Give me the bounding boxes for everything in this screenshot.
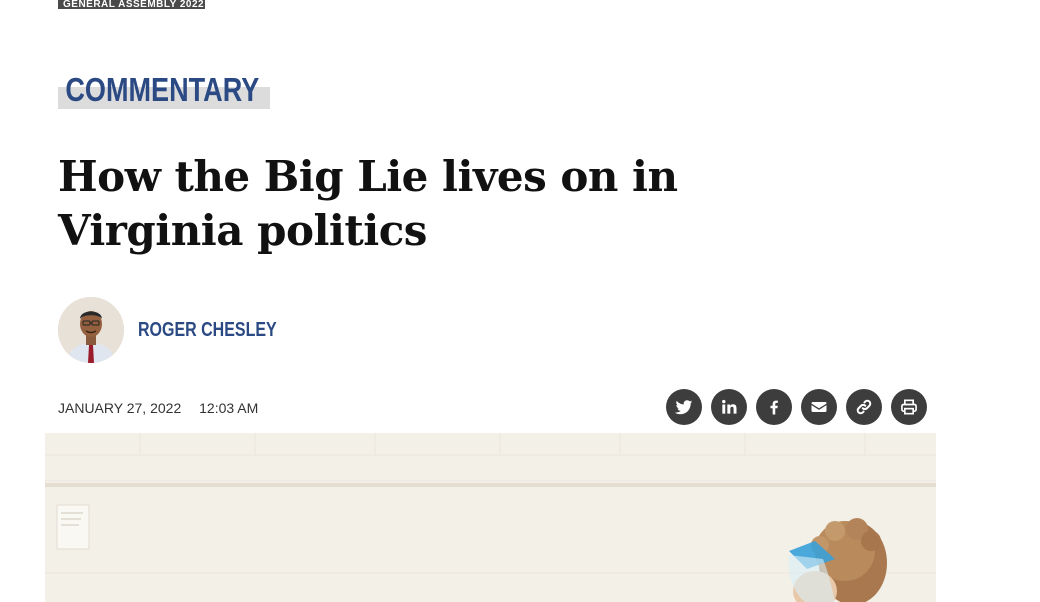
- linkedin-icon: [722, 399, 737, 414]
- article-meta: JANUARY 27, 2022 12:03 AM: [58, 400, 258, 418]
- copy-link-button[interactable]: [846, 389, 882, 425]
- share-bar: [666, 389, 927, 425]
- author-byline: ROGER CHESLEY: [58, 297, 311, 363]
- author-photo: [58, 297, 124, 363]
- article-headline: How the Big Lie lives on in Virginia pol…: [58, 152, 678, 255]
- hero-photo: [45, 433, 936, 602]
- publish-date: JANUARY 27, 2022: [58, 400, 182, 416]
- hero-image: [45, 433, 936, 602]
- link-icon: [856, 399, 872, 415]
- email-share-button[interactable]: [801, 389, 837, 425]
- twitter-icon: [674, 400, 693, 415]
- kicker-label: COMMENTARY: [65, 71, 260, 108]
- category-tag[interactable]: GENERAL ASSEMBLY 2022: [58, 0, 205, 9]
- author-name-link[interactable]: ROGER CHESLEY: [138, 319, 277, 342]
- twitter-share-button[interactable]: [666, 389, 702, 425]
- section-kicker[interactable]: COMMENTARY: [58, 70, 303, 110]
- linkedin-share-button[interactable]: [711, 389, 747, 425]
- facebook-share-button[interactable]: [756, 389, 792, 425]
- publish-time: 12:03 AM: [199, 400, 259, 416]
- email-icon: [811, 402, 827, 412]
- print-icon: [901, 399, 917, 415]
- facebook-icon: [770, 400, 778, 415]
- author-avatar[interactable]: [58, 297, 124, 363]
- print-button[interactable]: [891, 389, 927, 425]
